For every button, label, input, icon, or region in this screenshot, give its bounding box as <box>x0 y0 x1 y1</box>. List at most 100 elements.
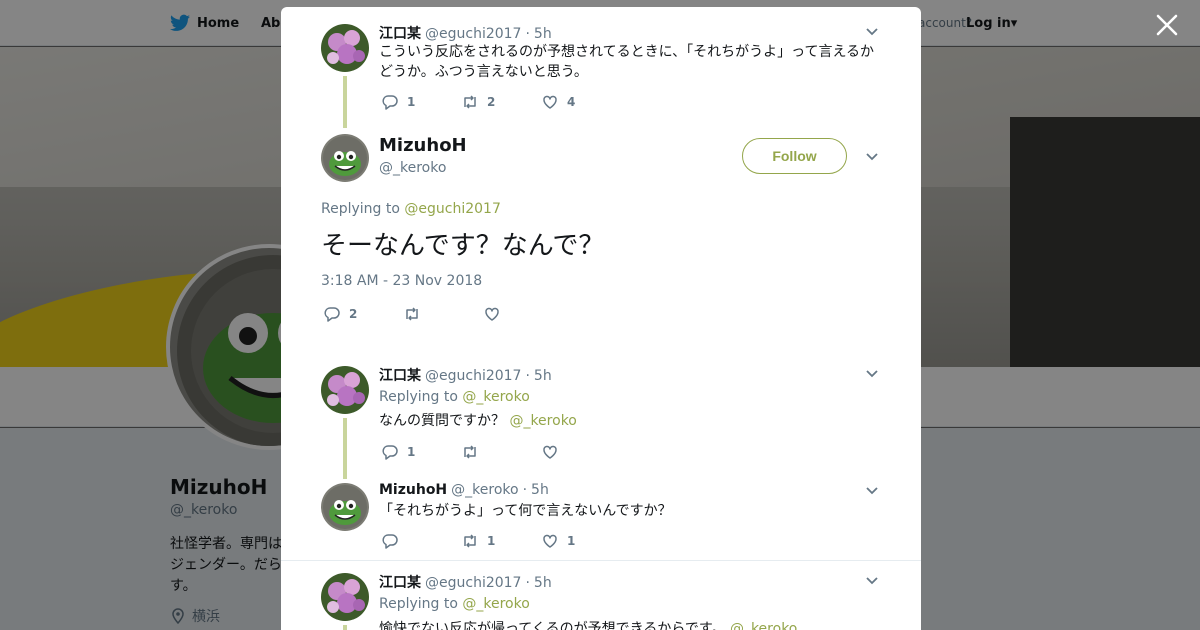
avatar[interactable] <box>321 573 369 621</box>
retweet-button[interactable] <box>461 443 541 461</box>
like-button[interactable] <box>541 443 621 461</box>
retweet-button[interactable] <box>403 305 483 323</box>
tweet-header: 江口某 @eguchi2017 · 5h <box>379 572 552 592</box>
avatar[interactable] <box>321 483 369 531</box>
user-name[interactable]: 江口某 <box>379 365 421 385</box>
reply-tweet[interactable]: MizuhoH @_keroko · 5h 「それちがうよ」って何で言えないんで… <box>281 469 921 559</box>
chevron-down-icon[interactable] <box>865 152 879 162</box>
reply-count: 2 <box>349 307 358 321</box>
reply-tweet[interactable]: 江口某 @eguchi2017 · 5h Replying to @_kerok… <box>281 347 921 479</box>
tweet-time[interactable]: 5h <box>534 26 552 42</box>
frog-avatar-image <box>321 483 369 531</box>
reply-count: 1 <box>407 95 416 109</box>
reply-tweet[interactable]: 江口某 @eguchi2017 · 5h Replying to @_kerok… <box>281 561 921 630</box>
reply-button[interactable]: 1 <box>381 93 461 111</box>
thread-line <box>343 625 347 630</box>
user-name[interactable]: 江口某 <box>379 572 421 592</box>
retweet-icon <box>464 445 476 459</box>
like-icon <box>543 95 557 109</box>
like-button[interactable] <box>483 305 563 323</box>
tweet-header: 江口某 @eguchi2017 · 5h <box>379 23 552 43</box>
avatar[interactable] <box>321 366 369 414</box>
tweet-actions: 1 1 <box>381 532 621 550</box>
user-handle[interactable]: @eguchi2017 <box>425 26 521 42</box>
reply-icon <box>382 95 398 110</box>
tweet-text-body: 愉快でない反応が帰ってくるのが予想できるからです。 <box>379 621 726 630</box>
flower-avatar-image <box>321 573 369 621</box>
retweet-count: 2 <box>487 95 496 109</box>
mention-link[interactable]: @_keroko <box>730 621 797 630</box>
retweet-icon <box>464 534 476 548</box>
thread-line <box>343 76 347 128</box>
separator-dot: · <box>525 26 530 42</box>
tweet-header: MizuhoH @_keroko · 5h <box>379 482 549 498</box>
reply-button[interactable] <box>381 532 461 550</box>
close-icon[interactable] <box>1154 12 1180 38</box>
main-tweet-actions: 2 <box>323 305 563 323</box>
user-handle[interactable]: @eguchi2017 <box>425 575 521 591</box>
like-button[interactable]: 1 <box>541 532 621 550</box>
tweet-time[interactable]: 5h <box>534 368 552 384</box>
retweet-count: 1 <box>487 534 496 548</box>
replying-prefix: Replying to <box>379 389 458 405</box>
chevron-down-icon[interactable] <box>865 576 879 586</box>
tweet-time[interactable]: 5h <box>534 575 552 591</box>
flower-avatar-image <box>321 366 369 414</box>
like-icon <box>485 307 499 321</box>
like-count: 4 <box>567 95 576 109</box>
replying-prefix: Replying to <box>321 201 400 217</box>
reply-icon <box>324 307 340 322</box>
tweet-text: なんの質問ですか？ @_keroko <box>379 411 879 431</box>
mention-link[interactable]: @_keroko <box>509 413 576 429</box>
replying-to-link[interactable]: @eguchi2017 <box>404 201 500 217</box>
like-icon <box>543 445 557 459</box>
tweet-actions: 1 2 4 <box>381 93 621 111</box>
user-handle[interactable]: @_keroko <box>451 482 518 498</box>
reply-icon <box>382 534 398 549</box>
retweet-icon <box>406 307 418 321</box>
replying-to: Replying to @_keroko <box>379 596 530 612</box>
reply-count: 1 <box>407 445 416 459</box>
tweet-actions: 1 <box>381 443 621 461</box>
reply-icon <box>382 445 398 460</box>
replying-to: Replying to @eguchi2017 <box>321 201 501 217</box>
flower-avatar-image <box>321 24 369 72</box>
replying-prefix: Replying to <box>379 596 458 612</box>
separator-dot: · <box>525 368 530 384</box>
tweet-text-body: なんの質問ですか？ <box>379 413 505 429</box>
retweet-button[interactable]: 2 <box>461 93 541 111</box>
main-user-handle[interactable]: @_keroko <box>379 160 446 176</box>
follow-button[interactable]: Follow <box>742 138 847 174</box>
avatar[interactable] <box>321 134 369 182</box>
user-name[interactable]: MizuhoH <box>379 482 447 498</box>
tweet-modal: 江口某 @eguchi2017 · 5h こういう反応をされるのが予想されてると… <box>281 7 921 630</box>
reply-button[interactable]: 2 <box>323 305 403 323</box>
tweet-time[interactable]: 5h <box>531 482 549 498</box>
chevron-down-icon[interactable] <box>865 27 879 37</box>
separator-dot: · <box>522 482 528 498</box>
user-name[interactable]: 江口某 <box>379 23 421 43</box>
replying-to-link[interactable]: @_keroko <box>462 389 529 405</box>
retweet-icon <box>464 95 476 109</box>
chevron-down-icon[interactable] <box>865 369 879 379</box>
tweet-header: 江口某 @eguchi2017 · 5h <box>379 365 552 385</box>
ancestor-tweet[interactable]: 江口某 @eguchi2017 · 5h こういう反応をされるのが予想されてると… <box>281 7 921 128</box>
retweet-button[interactable]: 1 <box>461 532 541 550</box>
tweet-text: 「それちがうよ」って何で言えないんですか？ <box>379 503 672 519</box>
like-icon <box>543 534 557 548</box>
main-tweet-timestamp[interactable]: 3:18 AM - 23 Nov 2018 <box>321 273 482 289</box>
tweet-text: 愉快でない反応が帰ってくるのが予想できるからです。 @_keroko <box>379 619 879 630</box>
avatar[interactable] <box>321 24 369 72</box>
main-user-name[interactable]: MizuhoH <box>379 135 467 156</box>
chevron-down-icon[interactable] <box>865 486 879 496</box>
reply-button[interactable]: 1 <box>381 443 461 461</box>
user-handle[interactable]: @eguchi2017 <box>425 368 521 384</box>
like-count: 1 <box>567 534 576 548</box>
frog-avatar-image <box>321 134 369 182</box>
replying-to-link[interactable]: @_keroko <box>462 596 529 612</box>
main-tweet-text: そーなんです？なんで？ <box>321 231 605 261</box>
like-button[interactable]: 4 <box>541 93 621 111</box>
tweet-text: こういう反応をされるのが予想されてるときに、「それちがうよ」って言えるかどうか。… <box>379 44 875 80</box>
replying-to: Replying to @_keroko <box>379 389 530 405</box>
separator-dot: · <box>525 575 530 591</box>
